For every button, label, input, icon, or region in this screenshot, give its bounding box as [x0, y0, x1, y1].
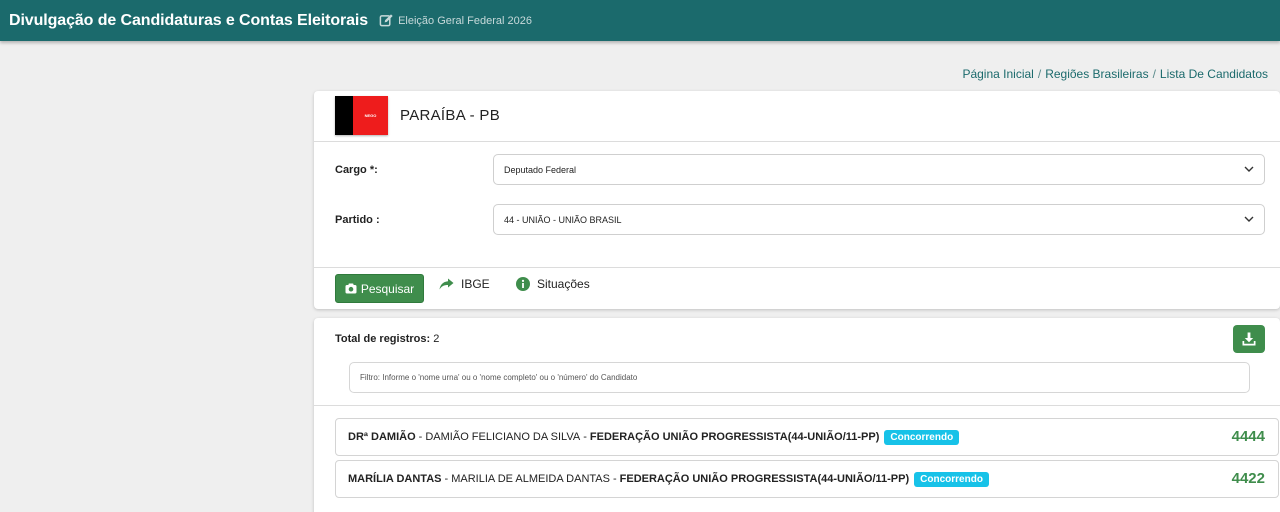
total-label: Total de registros:: [335, 333, 431, 345]
state-name: PARAÍBA - PB: [400, 107, 501, 124]
candidate-full-name: MARILIA DE ALMEIDA DANTAS: [451, 473, 610, 485]
total-records: Total de registros: 2: [335, 333, 439, 345]
camera-icon: [345, 283, 357, 294]
candidate-row[interactable]: DRª DAMIÃO - DAMIÃO FELICIANO DA SILVA -…: [335, 418, 1279, 456]
candidate-party: FEDERAÇÃO UNIÃO PROGRESSISTA(44-UNIÃO/11…: [619, 473, 910, 485]
divider: [314, 267, 1280, 268]
breadcrumb-current: Lista De Candidatos: [1159, 67, 1268, 81]
candidate-party: FEDERAÇÃO UNIÃO PROGRESSISTA(44-UNIÃO/11…: [589, 431, 880, 443]
chevron-down-icon: [1244, 216, 1254, 222]
filter-input[interactable]: Filtro: Informe o 'nome urna' ou o 'nome…: [349, 362, 1250, 393]
cargo-select[interactable]: Deputado Federal: [493, 154, 1265, 185]
partido-select[interactable]: 44 - UNIÃO - UNIÃO BRASIL: [493, 204, 1265, 235]
filter-placeholder: Filtro: Informe o 'nome urna' ou o 'nome…: [360, 373, 638, 382]
breadcrumb: Página Inicial / Regiões Brasileiras / L…: [962, 67, 1268, 81]
share-arrow-icon: [439, 278, 454, 290]
state-flag: NEGO: [335, 96, 388, 135]
cargo-label: Cargo *:: [335, 164, 378, 176]
partido-value: 44 - UNIÃO - UNIÃO BRASIL: [504, 214, 622, 225]
flag-black-stripe: [335, 96, 353, 135]
candidate-number: 4444: [1231, 428, 1265, 445]
top-bar: Divulgação de Candidaturas e Contas Elei…: [0, 0, 1280, 41]
divider: [314, 141, 1280, 142]
ibge-label: IBGE: [461, 277, 490, 291]
election-label[interactable]: Eleição Geral Federal 2026: [379, 13, 532, 28]
candidate-nickname: MARÍLIA DANTAS: [348, 473, 442, 485]
search-button-label: Pesquisar: [360, 281, 415, 296]
breadcrumb-regions[interactable]: Regiões Brasileiras: [1045, 67, 1148, 81]
results-card: Total de registros: 2 Filtro: Informe o …: [314, 318, 1280, 512]
election-name: Eleição Geral Federal 2026: [398, 14, 532, 27]
app-title: Divulgação de Candidaturas e Contas Elei…: [9, 11, 369, 29]
search-button[interactable]: Pesquisar: [335, 274, 424, 303]
download-icon: [1242, 332, 1256, 346]
status-badge: Concorrendo: [914, 471, 989, 487]
total-value: 2: [433, 333, 440, 345]
breadcrumb-separator: /: [1037, 67, 1042, 81]
info-icon: [516, 277, 530, 291]
search-card: NEGO PARAÍBA - PB Cargo *: Deputado Fede…: [314, 91, 1280, 309]
breadcrumb-separator: /: [1152, 67, 1156, 81]
candidate-nickname: DRª DAMIÃO: [348, 431, 416, 443]
partido-label: Partido :: [335, 214, 380, 226]
chevron-down-icon: [1244, 166, 1254, 172]
breadcrumb-home[interactable]: Página Inicial: [962, 67, 1033, 81]
separator: -: [583, 431, 587, 443]
separator: -: [612, 473, 617, 485]
candidate-full-name: DAMIÃO FELICIANO DA SILVA: [425, 431, 581, 443]
separator: -: [441, 473, 449, 485]
ibge-button[interactable]: IBGE: [439, 277, 490, 291]
divider: [314, 405, 1280, 406]
edit-icon: [379, 14, 393, 27]
candidate-number: 4422: [1231, 470, 1265, 487]
candidate-row[interactable]: MARÍLIA DANTAS - MARILIA DE ALMEIDA DANT…: [335, 460, 1279, 498]
cargo-value: Deputado Federal: [504, 164, 577, 175]
flag-text: NEGO: [364, 113, 377, 118]
download-button[interactable]: [1233, 325, 1265, 353]
flag-red-field: NEGO: [353, 96, 388, 135]
status-badge: Concorrendo: [884, 429, 960, 445]
situacoes-label: Situações: [537, 277, 590, 291]
separator: -: [415, 431, 423, 443]
situacoes-button[interactable]: Situações: [516, 277, 590, 291]
